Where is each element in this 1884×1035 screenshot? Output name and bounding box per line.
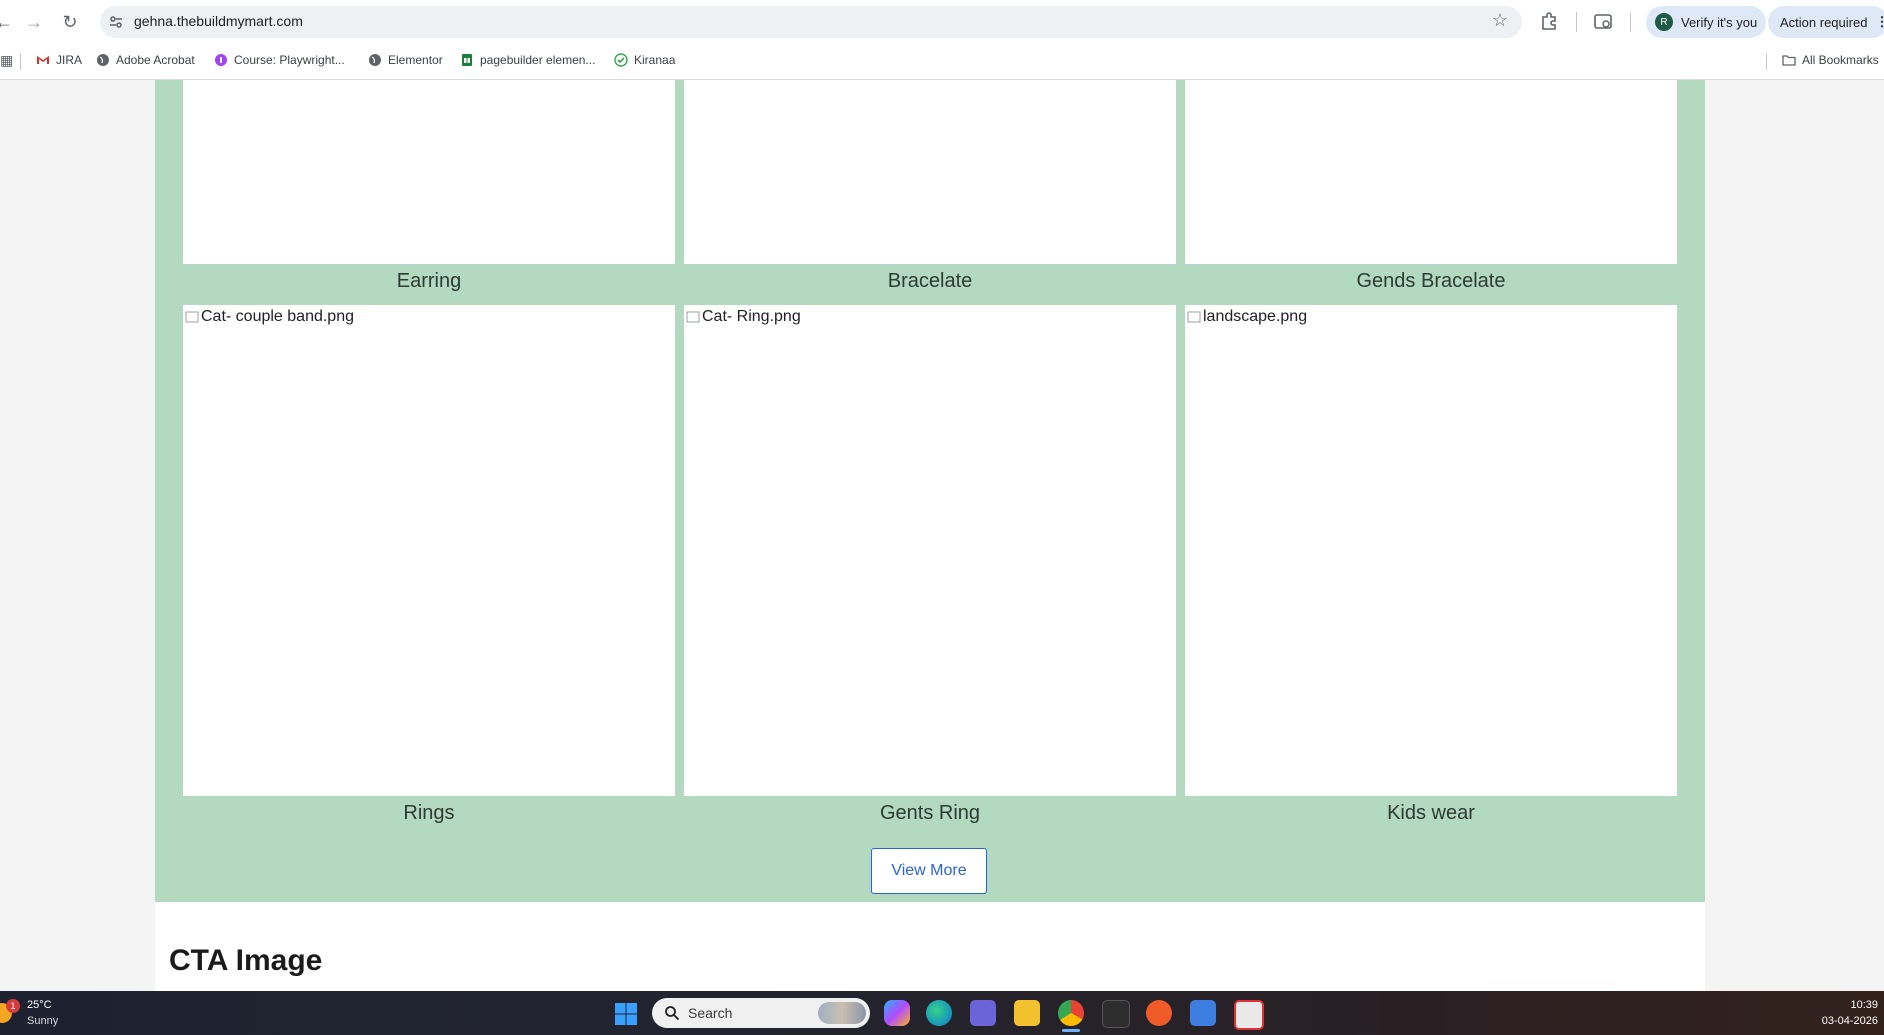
clock-time: 10:39 — [1850, 999, 1878, 1011]
tab-search-icon[interactable] — [1592, 11, 1614, 33]
bookmark-divider — [1766, 54, 1767, 70]
teams-icon[interactable] — [970, 1000, 996, 1026]
category-image-rings[interactable]: Cat- couple band.png — [183, 305, 675, 796]
view-more-button[interactable]: View More — [871, 848, 987, 894]
image-alt-label: Cat- Ring.png — [702, 308, 801, 325]
weather-condition: Sunny — [27, 1015, 59, 1027]
category-image-bracelate[interactable] — [684, 80, 1176, 264]
broken-image-icon — [686, 311, 700, 323]
check-icon — [614, 53, 628, 67]
cta-heading: CTA Image — [169, 944, 323, 977]
address-bar[interactable]: gehna.thebuildmymart.com ☆ — [100, 6, 1522, 38]
bookmark-adobe-acrobat[interactable]: Adobe Acrobat — [96, 53, 195, 67]
category-label-kids-wear[interactable]: Kids wear — [1185, 802, 1677, 825]
terminal-icon[interactable] — [1102, 1000, 1130, 1028]
category-label-bracelate[interactable]: Bracelate — [684, 270, 1176, 293]
search-highlight-image — [818, 1002, 866, 1024]
toolbar-divider — [1576, 12, 1577, 32]
category-image-earring[interactable] — [183, 80, 675, 264]
categories-section: Earring Bracelate Gends Bracelate Cat- c… — [155, 80, 1705, 902]
system-clock[interactable]: 10:39 03-04-2026 — [1822, 997, 1878, 1029]
site-info-icon[interactable] — [108, 14, 124, 30]
snipping-tool-icon[interactable] — [1234, 1000, 1264, 1030]
bookmark-label: pagebuilder elemen... — [480, 53, 596, 67]
course-icon — [215, 54, 227, 66]
bookmark-course-playwright[interactable]: Course: Playwright... — [214, 53, 345, 67]
profile-avatar: R — [1655, 13, 1673, 31]
action-required-label: Action required — [1780, 14, 1868, 30]
back-icon[interactable]: ← — [0, 10, 16, 34]
globe-icon — [369, 54, 381, 66]
menu-kebab-icon[interactable]: ⋮ — [1875, 14, 1884, 30]
taskbar-search[interactable]: Search — [652, 998, 870, 1028]
image-alt-text: Cat- couple band.png — [185, 308, 354, 326]
all-bookmarks-label: All Bookmarks — [1802, 53, 1879, 67]
sheets-icon — [462, 54, 472, 66]
image-alt-label: landscape.png — [1203, 308, 1308, 325]
bookmark-label: Course: Playwright... — [234, 53, 345, 67]
bookmark-elementor[interactable]: Elementor — [368, 53, 443, 67]
notification-badge: 1 — [6, 999, 20, 1013]
bookmark-label: JIRA — [56, 53, 83, 67]
weather-temperature: 25°C — [27, 999, 52, 1011]
bookmark-star-icon[interactable]: ☆ — [1492, 10, 1508, 31]
windows-start-icon[interactable] — [614, 1002, 638, 1026]
windows-taskbar: 1 25°C Sunny Search 10:39 03-04-2026 — [0, 991, 1884, 1035]
bookmarks-bar: ▦ JIRA Adobe Acrobat Course: Playwright.… — [0, 44, 1884, 80]
cta-section: CTA Image — [155, 902, 1705, 991]
action-required-button[interactable]: Action required ⋮ — [1768, 6, 1884, 38]
category-label-gents-ring[interactable]: Gents Ring — [684, 802, 1176, 825]
reload-icon[interactable]: ↻ — [58, 10, 82, 34]
chrome-icon[interactable] — [1058, 1000, 1084, 1026]
forward-icon[interactable]: → — [22, 10, 46, 34]
bookmark-label: Kiranaa — [634, 53, 676, 67]
bookmark-kiranaa[interactable]: Kiranaa — [614, 53, 675, 67]
bookmark-label: Adobe Acrobat — [116, 53, 195, 67]
copilot-icon[interactable] — [884, 1000, 910, 1026]
category-label-rings[interactable]: Rings — [183, 802, 675, 825]
bookmark-jira[interactable]: JIRA — [36, 53, 82, 67]
gmail-icon — [37, 56, 49, 64]
image-alt-text: Cat- Ring.png — [686, 308, 801, 326]
all-bookmarks-button[interactable]: All Bookmarks — [1782, 53, 1879, 67]
browser-chrome: ← → ↻ gehna.thebuildmymart.com ☆ R Verif… — [0, 0, 1884, 80]
category-image-gents-ring[interactable]: Cat- Ring.png — [684, 305, 1176, 796]
category-label-gends-bracelate[interactable]: Gends Bracelate — [1185, 270, 1677, 293]
bookmark-pagebuilder[interactable]: pagebuilder elemen... — [460, 53, 595, 67]
web-page: Earring Bracelate Gends Bracelate Cat- c… — [0, 80, 1884, 991]
search-icon — [665, 1006, 680, 1021]
category-image-kids-wear[interactable]: landscape.png — [1185, 305, 1677, 796]
bookmark-label: Elementor — [388, 53, 443, 67]
folder-icon — [1782, 55, 1796, 66]
category-label-earring[interactable]: Earring — [183, 270, 675, 293]
postman-icon[interactable] — [1146, 1000, 1172, 1026]
file-explorer-icon[interactable] — [1014, 1000, 1040, 1026]
verify-profile-button[interactable]: R Verify it's you — [1646, 6, 1766, 38]
image-alt-label: Cat- couple band.png — [201, 308, 354, 325]
broken-image-icon — [1187, 311, 1201, 323]
category-image-gends-bracelate[interactable] — [1185, 80, 1677, 264]
taskbar-search-placeholder: Search — [688, 1005, 733, 1021]
toolbar-divider — [1630, 12, 1631, 32]
url-text[interactable]: gehna.thebuildmymart.com — [134, 13, 303, 29]
verify-label: Verify it's you — [1681, 14, 1758, 30]
image-alt-text: landscape.png — [1187, 308, 1307, 326]
browser-toolbar: ← → ↻ gehna.thebuildmymart.com ☆ R Verif… — [0, 0, 1884, 44]
apps-grid-icon[interactable]: ▦ — [0, 52, 13, 69]
clock-date: 03-04-2026 — [1821, 1015, 1878, 1027]
extensions-icon[interactable] — [1538, 11, 1560, 33]
broken-image-icon — [185, 311, 199, 323]
active-app-indicator — [1062, 1029, 1080, 1032]
globe-icon — [97, 54, 109, 66]
notepad-icon[interactable] — [1190, 1000, 1216, 1026]
bookmark-divider — [20, 54, 21, 70]
edge-icon[interactable] — [926, 1000, 952, 1026]
